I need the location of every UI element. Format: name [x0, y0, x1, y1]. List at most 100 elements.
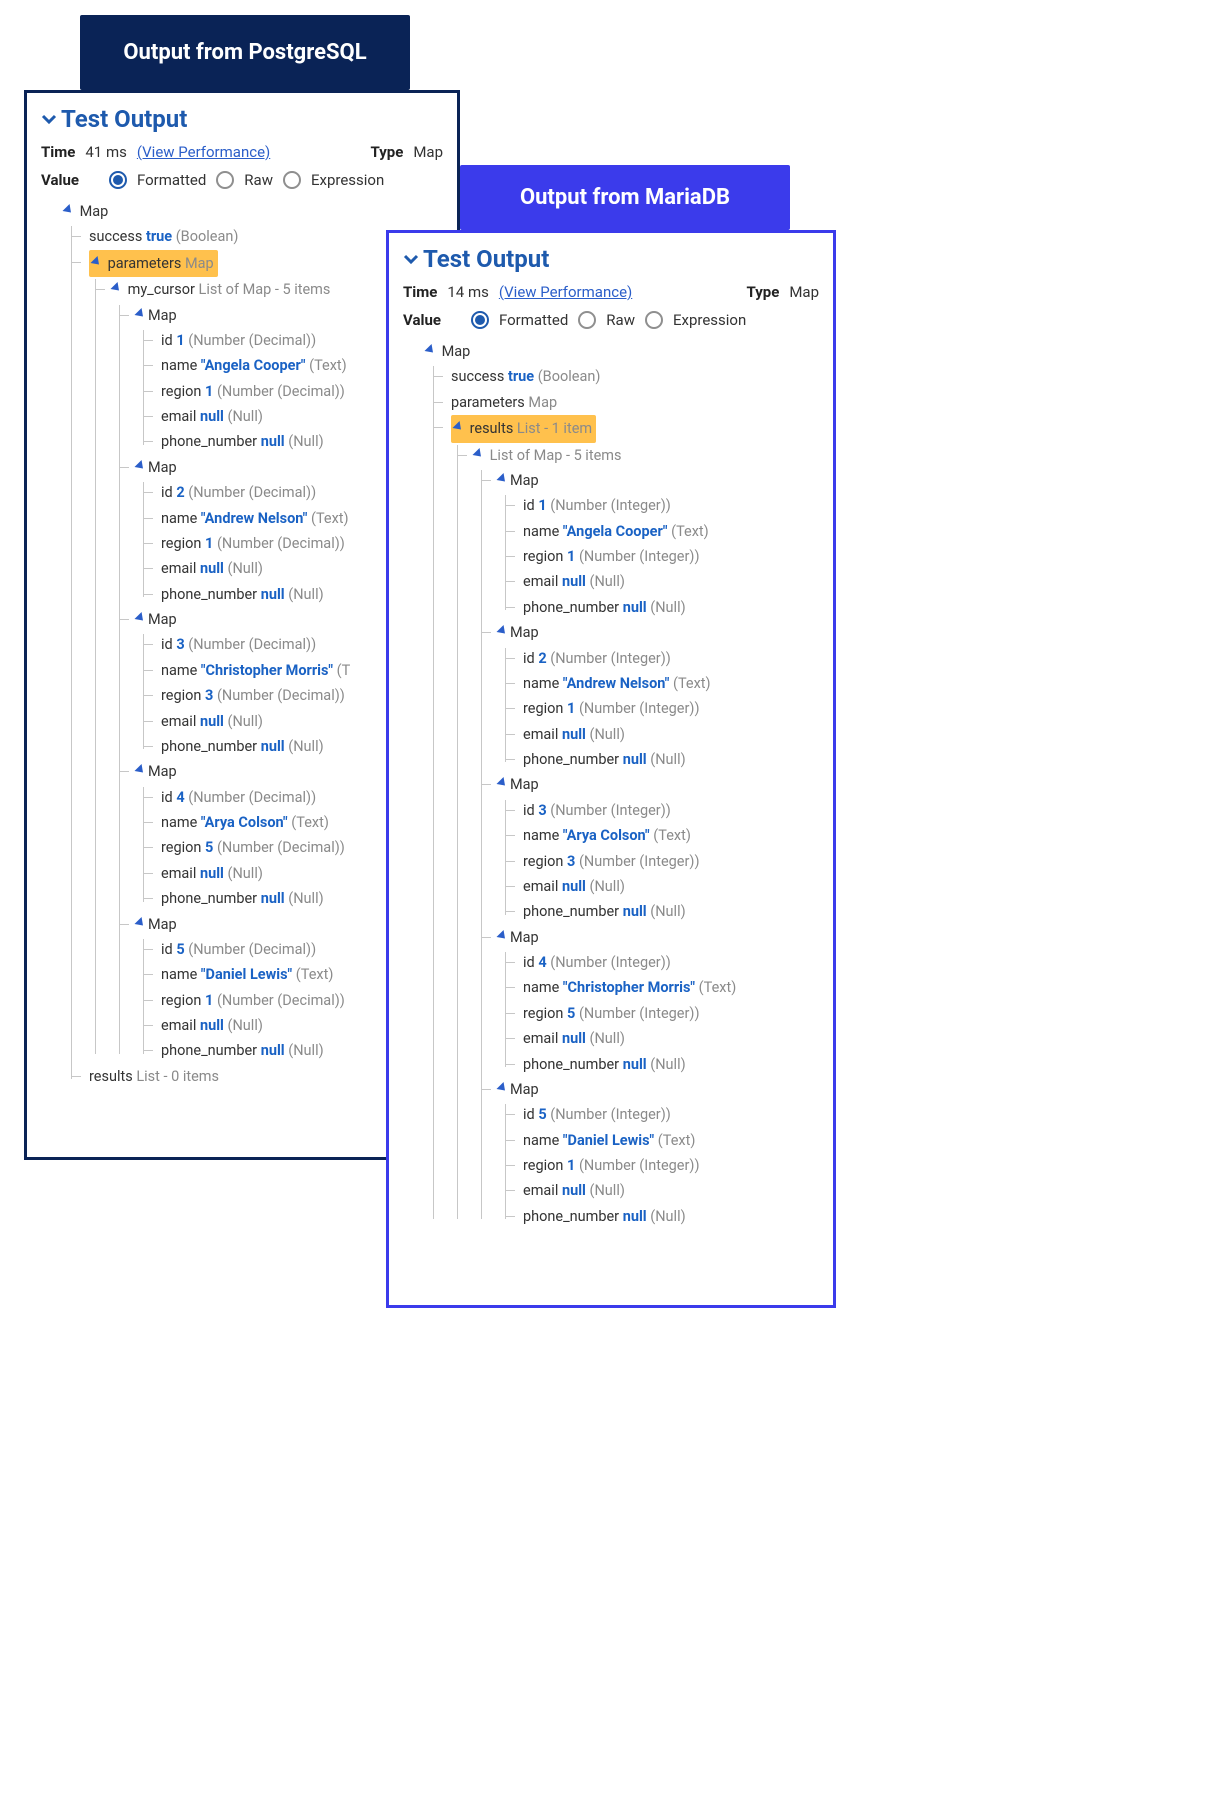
- field-phone[interactable]: phone_number null (Null): [519, 899, 819, 924]
- view-performance-link[interactable]: (View Performance): [499, 283, 632, 301]
- pg-header-text: Test Output: [61, 105, 187, 133]
- time-value: 14 ms: [447, 283, 488, 301]
- radio-raw-label[interactable]: Raw: [606, 311, 635, 329]
- tree-toggle-icon[interactable]: [452, 421, 464, 433]
- field-region[interactable]: region 1 (Number (Integer)): [519, 696, 819, 721]
- field-region[interactable]: region 1 (Number (Integer)): [519, 544, 819, 569]
- tree-toggle-icon[interactable]: [134, 612, 146, 624]
- tree-toggle-icon[interactable]: [496, 625, 508, 637]
- pg-time-row: Time 41 ms (View Performance) Type Map: [41, 143, 443, 161]
- pg-tree: Map success true (Boolean) parameters Ma…: [41, 199, 443, 1089]
- field-email[interactable]: email null (Null): [519, 569, 819, 594]
- chevron-down-icon: [41, 111, 57, 127]
- parameters-type: Map: [528, 394, 557, 411]
- type-value: Map: [413, 143, 443, 161]
- field-id[interactable]: id 3 (Number (Integer)): [519, 798, 819, 823]
- field-email[interactable]: email null (Null): [519, 874, 819, 899]
- success-type: (Boolean): [538, 368, 601, 385]
- results-highlight: results List - 1 item: [451, 415, 596, 442]
- radio-formatted[interactable]: [471, 311, 489, 329]
- radio-expression[interactable]: [283, 171, 301, 189]
- field-id[interactable]: id 5 (Number (Integer)): [519, 1102, 819, 1127]
- pg-value-row: Value Formatted Raw Expression: [41, 171, 443, 189]
- field-phone[interactable]: phone_number null (Null): [519, 595, 819, 620]
- radio-raw-label[interactable]: Raw: [244, 171, 273, 189]
- tree-toggle-icon[interactable]: [134, 307, 146, 319]
- parameters-key: parameters: [108, 255, 182, 272]
- field-name[interactable]: name "Arya Colson" (Text): [519, 823, 819, 848]
- tree-toggle-icon[interactable]: [134, 916, 146, 928]
- field-id[interactable]: id 1 (Number (Integer)): [519, 493, 819, 518]
- tree-node-map[interactable]: Mapid 3 (Number (Integer))name "Arya Col…: [495, 772, 819, 924]
- tree-toggle-icon[interactable]: [424, 344, 436, 356]
- tree-node-map[interactable]: Mapid 5 (Number (Integer))name "Daniel L…: [495, 1077, 819, 1229]
- map-label: Map: [148, 611, 177, 628]
- field-phone[interactable]: phone_number null (Null): [519, 747, 819, 772]
- field-name[interactable]: name "Christopher Morris" (Text): [519, 975, 819, 1000]
- tree-root[interactable]: Map success true (Boolean) parameters Ma…: [423, 339, 819, 1229]
- field-email[interactable]: email null (Null): [519, 722, 819, 747]
- root-map-label: Map: [442, 343, 471, 360]
- map-label: Map: [148, 459, 177, 476]
- radio-formatted-label[interactable]: Formatted: [137, 171, 206, 189]
- tree-toggle-icon[interactable]: [496, 777, 508, 789]
- field-name[interactable]: name "Daniel Lewis" (Text): [519, 1128, 819, 1153]
- cursor-type: List of Map - 5 items: [199, 281, 331, 298]
- radio-raw[interactable]: [578, 311, 596, 329]
- field-email[interactable]: email null (Null): [519, 1026, 819, 1051]
- value-label: Value: [403, 311, 441, 329]
- map-label: Map: [148, 916, 177, 933]
- tree-toggle-icon[interactable]: [134, 460, 146, 472]
- radio-expression-label[interactable]: Expression: [673, 311, 746, 329]
- radio-expression[interactable]: [645, 311, 663, 329]
- field-email[interactable]: email null (Null): [519, 1178, 819, 1203]
- field-phone[interactable]: phone_number null (Null): [519, 1204, 819, 1229]
- radio-raw[interactable]: [216, 171, 234, 189]
- tree-toggle-icon[interactable]: [134, 764, 146, 776]
- mb-tab-header: Output from MariaDB: [460, 165, 790, 230]
- cursor-key: my_cursor: [128, 281, 195, 298]
- field-name[interactable]: name "Andrew Nelson" (Text): [519, 671, 819, 696]
- view-performance-link[interactable]: (View Performance): [137, 143, 270, 161]
- tree-node-results[interactable]: results List - 1 item List of Map - 5 it…: [447, 415, 819, 1229]
- field-id[interactable]: id 4 (Number (Integer)): [519, 950, 819, 975]
- chevron-down-icon: [403, 251, 419, 267]
- tree-toggle-icon[interactable]: [62, 204, 74, 216]
- tree-toggle-icon[interactable]: [496, 930, 508, 942]
- mb-time-row: Time 14 ms (View Performance) Type Map: [403, 283, 819, 301]
- tree-node-map[interactable]: Mapid 2 (Number (Integer))name "Andrew N…: [495, 620, 819, 772]
- type-label: Type: [371, 143, 404, 161]
- tree-toggle-icon[interactable]: [496, 1082, 508, 1094]
- tree-node-listofmap[interactable]: List of Map - 5 items Mapid 1 (Number (I…: [471, 443, 819, 1230]
- tree-toggle-icon[interactable]: [90, 256, 102, 268]
- parameters-type: Map: [185, 255, 214, 272]
- parameters-highlight: parameters Map: [89, 250, 218, 277]
- tree-node-map[interactable]: Map id 1 (Number (Integer))name "Angela C…: [495, 468, 819, 620]
- field-id[interactable]: id 2 (Number (Integer)): [519, 646, 819, 671]
- map-label: Map: [510, 472, 539, 489]
- type-label: Type: [747, 283, 780, 301]
- tree-node-parameters[interactable]: parameters Map: [447, 390, 819, 415]
- mb-header-text: Test Output: [423, 245, 549, 273]
- mb-tree: Map success true (Boolean) parameters Ma…: [403, 339, 819, 1229]
- field-region[interactable]: region 5 (Number (Integer)): [519, 1001, 819, 1026]
- tree-toggle-icon[interactable]: [472, 447, 484, 459]
- time-label: Time: [403, 283, 437, 301]
- tree-node-success[interactable]: success true (Boolean): [447, 364, 819, 389]
- pg-tab-label: Output from PostgreSQL: [123, 40, 366, 65]
- tree-node-map[interactable]: Mapid 4 (Number (Integer))name "Christop…: [495, 925, 819, 1077]
- mb-test-output-header[interactable]: Test Output: [403, 245, 819, 273]
- tree-toggle-icon[interactable]: [110, 282, 122, 294]
- tree-toggle-icon[interactable]: [496, 473, 508, 485]
- field-region[interactable]: region 3 (Number (Integer)): [519, 849, 819, 874]
- field-region[interactable]: region 1 (Number (Integer)): [519, 1153, 819, 1178]
- pg-tab-header: Output from PostgreSQL: [80, 15, 410, 90]
- radio-expression-label[interactable]: Expression: [311, 171, 384, 189]
- results-key: results: [89, 1068, 133, 1085]
- field-phone[interactable]: phone_number null (Null): [519, 1052, 819, 1077]
- pg-test-output-header[interactable]: Test Output: [41, 105, 443, 133]
- radio-formatted-label[interactable]: Formatted: [499, 311, 568, 329]
- field-name[interactable]: name "Angela Cooper" (Text): [519, 519, 819, 544]
- radio-formatted[interactable]: [109, 171, 127, 189]
- results-type: List - 0 items: [136, 1068, 219, 1085]
